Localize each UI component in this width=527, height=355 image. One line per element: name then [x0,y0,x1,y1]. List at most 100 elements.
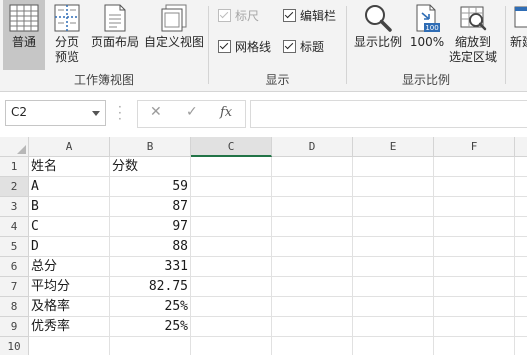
column-header-f[interactable]: F [434,137,515,157]
page-layout-button[interactable]: 页面布局 [88,0,142,70]
zoom-to-selection-button[interactable]: 缩放到 选定区域 [446,0,500,70]
page-break-preview-button[interactable]: 分页 预览 [48,0,86,70]
cell-overflow[interactable] [515,297,527,317]
cell-overflow[interactable] [515,157,527,177]
cell-e10[interactable] [353,337,434,355]
cell-a3[interactable]: B [29,197,110,217]
cell-c10[interactable] [191,337,272,355]
cell-c4[interactable] [191,217,272,237]
cell-e2[interactable] [353,177,434,197]
name-box[interactable]: C2 [5,100,106,126]
cell-f8[interactable] [434,297,515,317]
new-window-button[interactable]: 新建 [508,0,527,70]
cell-a6[interactable]: 总分 [29,257,110,277]
column-header-e[interactable]: E [353,137,434,157]
cell-f3[interactable] [434,197,515,217]
cell-d5[interactable] [272,237,353,257]
cell-d9[interactable] [272,317,353,337]
headings-checkbox[interactable]: 标题 [283,38,324,56]
row-header-6[interactable]: 6 [0,257,29,277]
cell-a9[interactable]: 优秀率 [29,317,110,337]
enter-icon[interactable]: ✓ [186,104,198,120]
ruler-checkbox[interactable]: 标尺 [218,7,259,25]
row-header-2[interactable]: 2 [0,177,29,197]
cell-d8[interactable] [272,297,353,317]
cell-d1[interactable] [272,157,353,177]
cell-overflow[interactable] [515,217,527,237]
row-header-10[interactable]: 10 [0,337,29,355]
cell-overflow[interactable] [515,277,527,297]
row-header-9[interactable]: 9 [0,317,29,337]
zoom-button[interactable]: 显示比例 [350,0,406,70]
cell-b9[interactable]: 25% [110,317,191,337]
cell-overflow[interactable] [515,317,527,337]
cell-a7[interactable]: 平均分 [29,277,110,297]
custom-views-button[interactable]: 自定义视图 [143,0,205,70]
zoom-100-button[interactable]: 100 100% [408,0,446,70]
cell-overflow[interactable] [515,257,527,277]
cell-f4[interactable] [434,217,515,237]
cell-b6[interactable]: 331 [110,257,191,277]
column-header-d[interactable]: D [272,137,353,157]
cell-e4[interactable] [353,217,434,237]
cell-f7[interactable] [434,277,515,297]
cell-c1[interactable] [191,157,272,177]
cell-b2[interactable]: 59 [110,177,191,197]
cell-overflow[interactable] [515,197,527,217]
cell-b3[interactable]: 87 [110,197,191,217]
insert-function-icon[interactable]: fx [220,105,232,120]
cell-d6[interactable] [272,257,353,277]
cell-c5[interactable] [191,237,272,257]
cell-d2[interactable] [272,177,353,197]
cell-e5[interactable] [353,237,434,257]
column-header-c[interactable]: C [191,137,272,157]
cell-c6[interactable] [191,257,272,277]
row-header-8[interactable]: 8 [0,297,29,317]
cell-e9[interactable] [353,317,434,337]
cell-f9[interactable] [434,317,515,337]
gridlines-checkbox[interactable]: 网格线 [218,38,271,56]
cell-e8[interactable] [353,297,434,317]
cell-a1[interactable]: 姓名 [29,157,110,177]
cell-b5[interactable]: 88 [110,237,191,257]
select-all-button[interactable] [0,137,29,157]
cell-a5[interactable]: D [29,237,110,257]
cell-b10[interactable] [110,337,191,355]
cell-c7[interactable] [191,277,272,297]
cancel-icon[interactable]: ✕ [150,104,162,120]
column-header-b[interactable]: B [110,137,191,157]
cell-c9[interactable] [191,317,272,337]
cell-e1[interactable] [353,157,434,177]
cell-f1[interactable] [434,157,515,177]
cell-d3[interactable] [272,197,353,217]
cell-e3[interactable] [353,197,434,217]
formula-input[interactable] [250,100,527,128]
cell-b4[interactable]: 97 [110,217,191,237]
row-header-5[interactable]: 5 [0,237,29,257]
cell-overflow[interactable] [515,177,527,197]
cell-f6[interactable] [434,257,515,277]
cell-d7[interactable] [272,277,353,297]
cell-c2[interactable] [191,177,272,197]
cell-overflow[interactable] [515,237,527,257]
cell-c8[interactable] [191,297,272,317]
cell-d10[interactable] [272,337,353,355]
cell-e7[interactable] [353,277,434,297]
row-header-3[interactable]: 3 [0,197,29,217]
cell-a2[interactable]: A [29,177,110,197]
cell-a4[interactable]: C [29,217,110,237]
cell-f5[interactable] [434,237,515,257]
row-header-7[interactable]: 7 [0,277,29,297]
cell-f10[interactable] [434,337,515,355]
row-header-1[interactable]: 1 [0,157,29,177]
cell-a10[interactable] [29,337,110,355]
cell-c3[interactable] [191,197,272,217]
cell-e6[interactable] [353,257,434,277]
chevron-down-icon[interactable] [92,111,100,116]
cell-overflow[interactable] [515,337,527,355]
drag-handle-icon[interactable]: · · · [118,101,122,125]
row-header-4[interactable]: 4 [0,217,29,237]
normal-view-button[interactable]: 普通 [3,0,45,70]
cell-d4[interactable] [272,217,353,237]
cell-f2[interactable] [434,177,515,197]
